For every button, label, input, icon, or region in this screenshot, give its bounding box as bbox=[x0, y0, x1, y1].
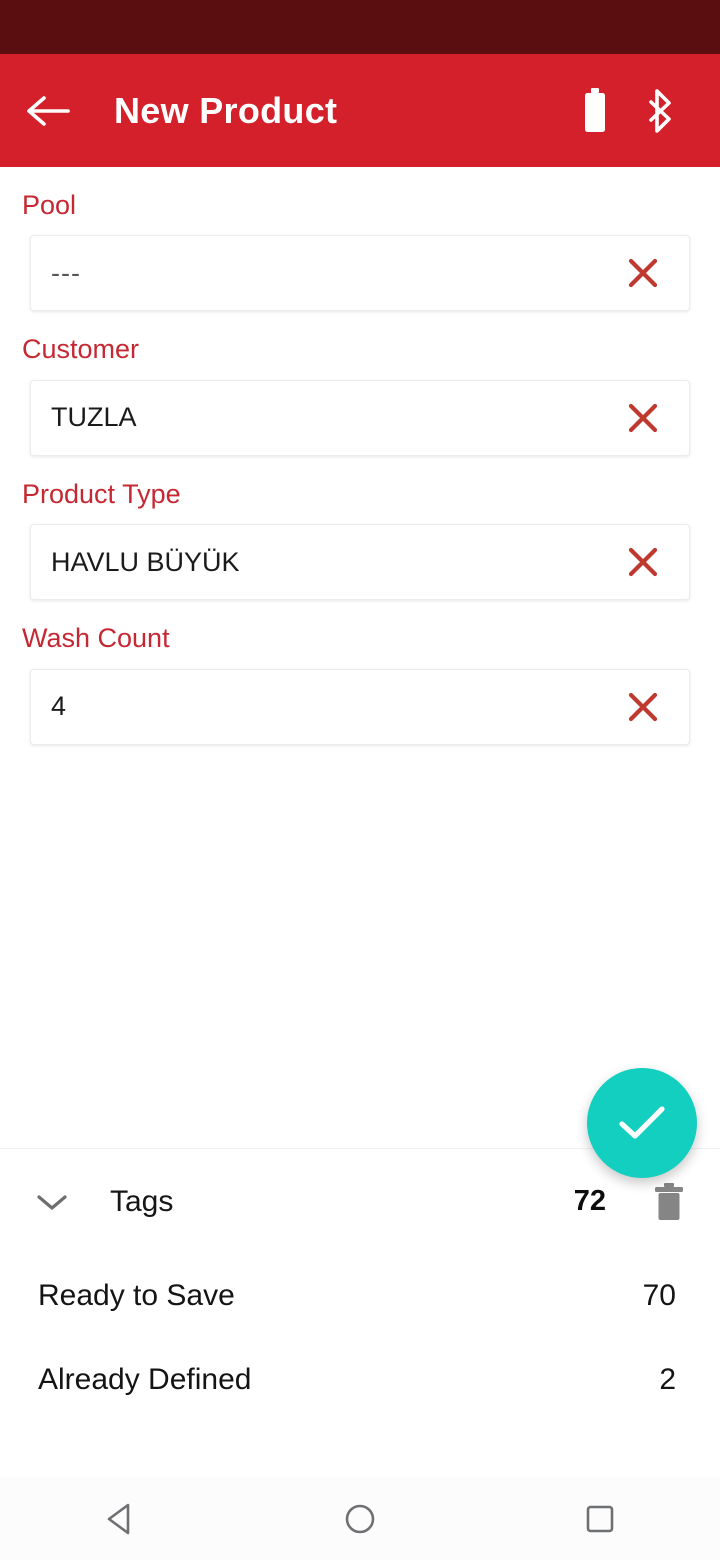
bluetooth-icon bbox=[649, 88, 671, 133]
field-group-wash-count: Wash Count 4 bbox=[0, 622, 720, 745]
field-customer[interactable]: TUZLA bbox=[30, 379, 690, 456]
home-nav-button[interactable] bbox=[300, 1478, 420, 1560]
circle-home-icon bbox=[345, 1504, 375, 1534]
field-value-wash-count: 4 bbox=[51, 691, 67, 722]
square-recents-icon bbox=[586, 1505, 614, 1533]
tags-panel: Tags 72 Ready to Save 70 Already Defined… bbox=[0, 1148, 720, 1478]
recents-nav-button[interactable] bbox=[540, 1478, 660, 1560]
close-icon bbox=[628, 259, 658, 288]
delete-tags-button[interactable] bbox=[644, 1177, 694, 1227]
field-value-product-type: HAVLU BÜYÜK bbox=[51, 546, 240, 577]
back-nav-button[interactable] bbox=[60, 1478, 180, 1560]
close-icon bbox=[628, 692, 658, 721]
triangle-back-icon bbox=[107, 1503, 130, 1535]
clear-button-pool[interactable] bbox=[619, 249, 667, 297]
stat-label: Already Defined bbox=[38, 1363, 252, 1396]
field-label-pool: Pool bbox=[22, 190, 77, 220]
back-button[interactable] bbox=[0, 54, 96, 167]
tags-count: 72 bbox=[573, 1185, 606, 1217]
trash-icon bbox=[655, 1182, 683, 1220]
field-product-type[interactable]: HAVLU BÜYÜK bbox=[30, 524, 690, 601]
stat-row-already-defined: Already Defined 2 bbox=[0, 1338, 720, 1422]
battery-icon-button[interactable] bbox=[562, 54, 628, 167]
tags-label: Tags bbox=[110, 1184, 174, 1218]
chevron-down-icon bbox=[37, 1194, 67, 1210]
app-bar-icons bbox=[562, 54, 720, 167]
field-group-pool: Pool --- bbox=[0, 189, 720, 312]
close-icon bbox=[628, 548, 658, 577]
field-label-product-type: Product Type bbox=[22, 478, 181, 509]
field-label-customer: Customer bbox=[22, 334, 140, 365]
app-bar: New Product bbox=[0, 54, 720, 167]
close-icon bbox=[628, 403, 658, 432]
bluetooth-icon-button[interactable] bbox=[628, 54, 694, 167]
battery-icon bbox=[585, 87, 605, 132]
page-title: New Product bbox=[114, 89, 338, 131]
stat-value: 2 bbox=[659, 1363, 676, 1396]
arrow-left-icon bbox=[27, 95, 70, 126]
android-nav-bar bbox=[0, 1478, 720, 1560]
stat-label: Ready to Save bbox=[38, 1279, 235, 1312]
app-screen: New Product Pool --- Customer TUZLA Prod… bbox=[0, 0, 720, 1560]
field-group-customer: Customer TUZLA bbox=[0, 333, 720, 456]
field-value-customer: TUZLA bbox=[51, 402, 137, 433]
tags-expand-button[interactable] bbox=[24, 1174, 80, 1230]
product-form: Pool --- Customer TUZLA Product Type HAV… bbox=[0, 167, 720, 745]
clear-button-product-type[interactable] bbox=[619, 538, 667, 586]
stat-row-ready-to-save: Ready to Save 70 bbox=[0, 1254, 720, 1338]
field-group-product-type: Product Type HAVLU BÜYÜK bbox=[0, 478, 720, 601]
field-value-pool: --- bbox=[51, 257, 81, 288]
clear-button-wash-count[interactable] bbox=[619, 683, 667, 731]
check-icon bbox=[619, 1106, 665, 1139]
status-bar bbox=[0, 0, 720, 54]
field-wash-count[interactable]: 4 bbox=[30, 668, 690, 745]
clear-button-customer[interactable] bbox=[619, 394, 667, 442]
field-label-wash-count: Wash Count bbox=[22, 623, 170, 654]
stat-value: 70 bbox=[642, 1279, 676, 1312]
field-pool[interactable]: --- bbox=[30, 235, 690, 312]
confirm-fab[interactable] bbox=[587, 1068, 697, 1178]
